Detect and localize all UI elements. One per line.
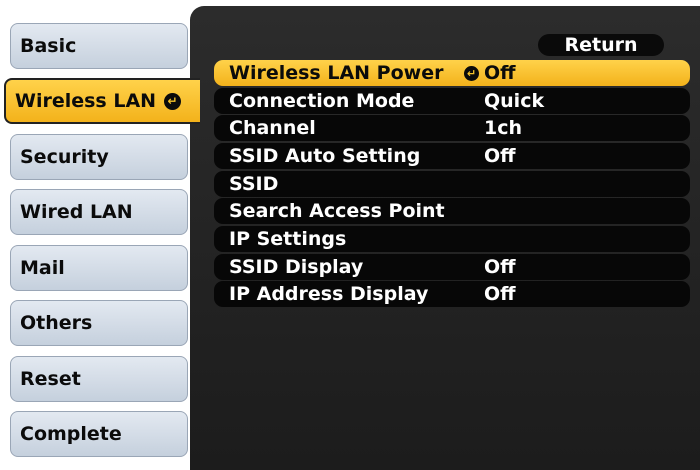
tab-mail[interactable]: Mail — [10, 245, 188, 291]
settings-sidebar: Basic Wireless LAN ↵ Security Wired LAN … — [0, 0, 200, 470]
menu-item-value: Off — [484, 283, 516, 305]
menu-item-channel[interactable]: Channel 1ch — [214, 115, 690, 141]
tab-others[interactable]: Others — [10, 300, 188, 346]
tab-reset-label: Reset — [20, 368, 81, 390]
menu-item-connection-mode[interactable]: Connection Mode Quick — [214, 88, 690, 114]
menu-item-ssid-display[interactable]: SSID Display Off — [214, 254, 690, 280]
enter-arrow-icon: ↵ — [164, 92, 182, 110]
menu-item-label: SSID — [229, 173, 279, 195]
return-button[interactable]: Return — [538, 34, 664, 56]
enter-arrow-icon: ↵ — [464, 66, 479, 81]
menu-item-value: 1ch — [484, 117, 523, 139]
menu-item-label: Search Access Point — [229, 200, 445, 222]
menu-item-label: IP Settings — [229, 228, 347, 250]
tab-basic[interactable]: Basic — [10, 23, 188, 69]
tab-complete[interactable]: Complete — [10, 411, 188, 457]
tab-wired-lan-label: Wired LAN — [20, 201, 133, 223]
menu-item-ip-address-display[interactable]: IP Address Display Off — [214, 281, 690, 307]
menu-item-label: Channel — [229, 117, 316, 139]
menu-item-value: Quick — [484, 90, 545, 112]
tab-reset[interactable]: Reset — [10, 356, 188, 402]
tab-wireless-lan-label: Wireless LAN — [15, 90, 157, 112]
menu-item-label: SSID Display — [229, 256, 364, 278]
tab-wireless-lan[interactable]: Wireless LAN ↵ — [4, 78, 200, 124]
tab-mail-label: Mail — [20, 257, 65, 279]
menu-item-label: IP Address Display — [229, 283, 429, 305]
menu-item-label: SSID Auto Setting — [229, 145, 421, 167]
menu-item-label: Connection Mode — [229, 90, 415, 112]
tab-others-label: Others — [20, 312, 93, 334]
menu-item-value: Off — [484, 145, 516, 167]
menu-item-ssid[interactable]: SSID — [214, 171, 690, 197]
tab-security[interactable]: Security — [10, 134, 188, 180]
menu-item-wireless-lan-power[interactable]: Wireless LAN Power ↵ Off — [214, 60, 690, 86]
tab-security-label: Security — [20, 146, 109, 168]
menu-item-search-access-point[interactable]: Search Access Point — [214, 198, 690, 224]
menu-item-value: Off — [484, 256, 516, 278]
menu-item-label: Wireless LAN Power — [229, 62, 444, 84]
menu-item-ip-settings[interactable]: IP Settings — [214, 226, 690, 252]
tab-basic-label: Basic — [20, 35, 77, 57]
menu-item-value: Off — [484, 62, 516, 84]
tab-complete-label: Complete — [20, 423, 122, 445]
tab-wired-lan[interactable]: Wired LAN — [10, 189, 188, 235]
menu-item-ssid-auto-setting[interactable]: SSID Auto Setting Off — [214, 143, 690, 169]
